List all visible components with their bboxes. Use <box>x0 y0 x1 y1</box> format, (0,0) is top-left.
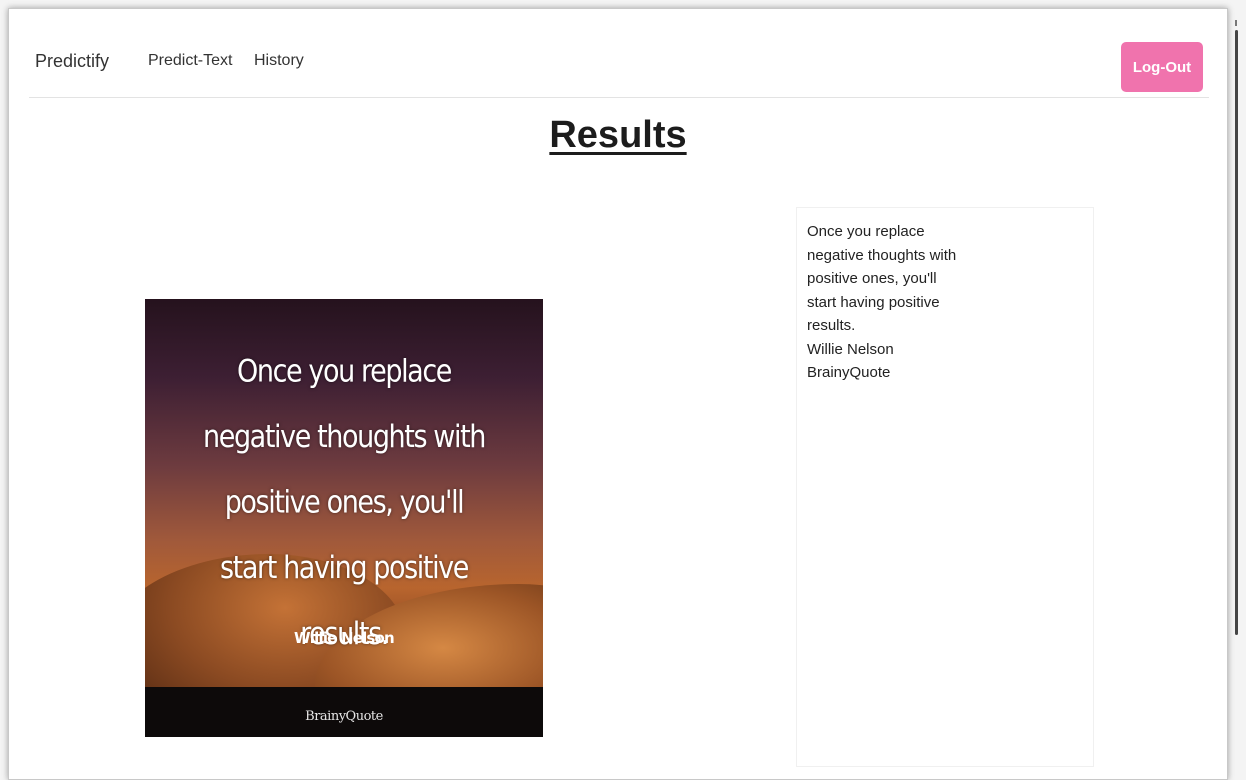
navbar: Predictify Predict-Text History Log-Out <box>29 23 1209 98</box>
predicted-text-output[interactable]: Once you replace negative thoughts with … <box>796 207 1094 767</box>
app-window: Predictify Predict-Text History Log-Out … <box>8 8 1228 780</box>
uploaded-quote-image: Once you replace negative thoughts with … <box>145 299 543 737</box>
scrollbar-thumb[interactable] <box>1235 30 1238 635</box>
scrollbar-arrow[interactable] <box>1235 20 1237 26</box>
image-quote-text: Once you replace negative thoughts with … <box>203 353 486 652</box>
nav-link-history[interactable]: History <box>254 52 304 70</box>
logout-button[interactable]: Log-Out <box>1121 42 1203 92</box>
page-title: Results <box>549 114 687 156</box>
image-author: Willie Nelson <box>294 629 395 647</box>
nav-link-predict-text[interactable]: Predict-Text <box>148 52 232 70</box>
brand-link[interactable]: Predictify <box>35 51 109 72</box>
image-source-logo: BrainyQuote <box>305 709 383 724</box>
